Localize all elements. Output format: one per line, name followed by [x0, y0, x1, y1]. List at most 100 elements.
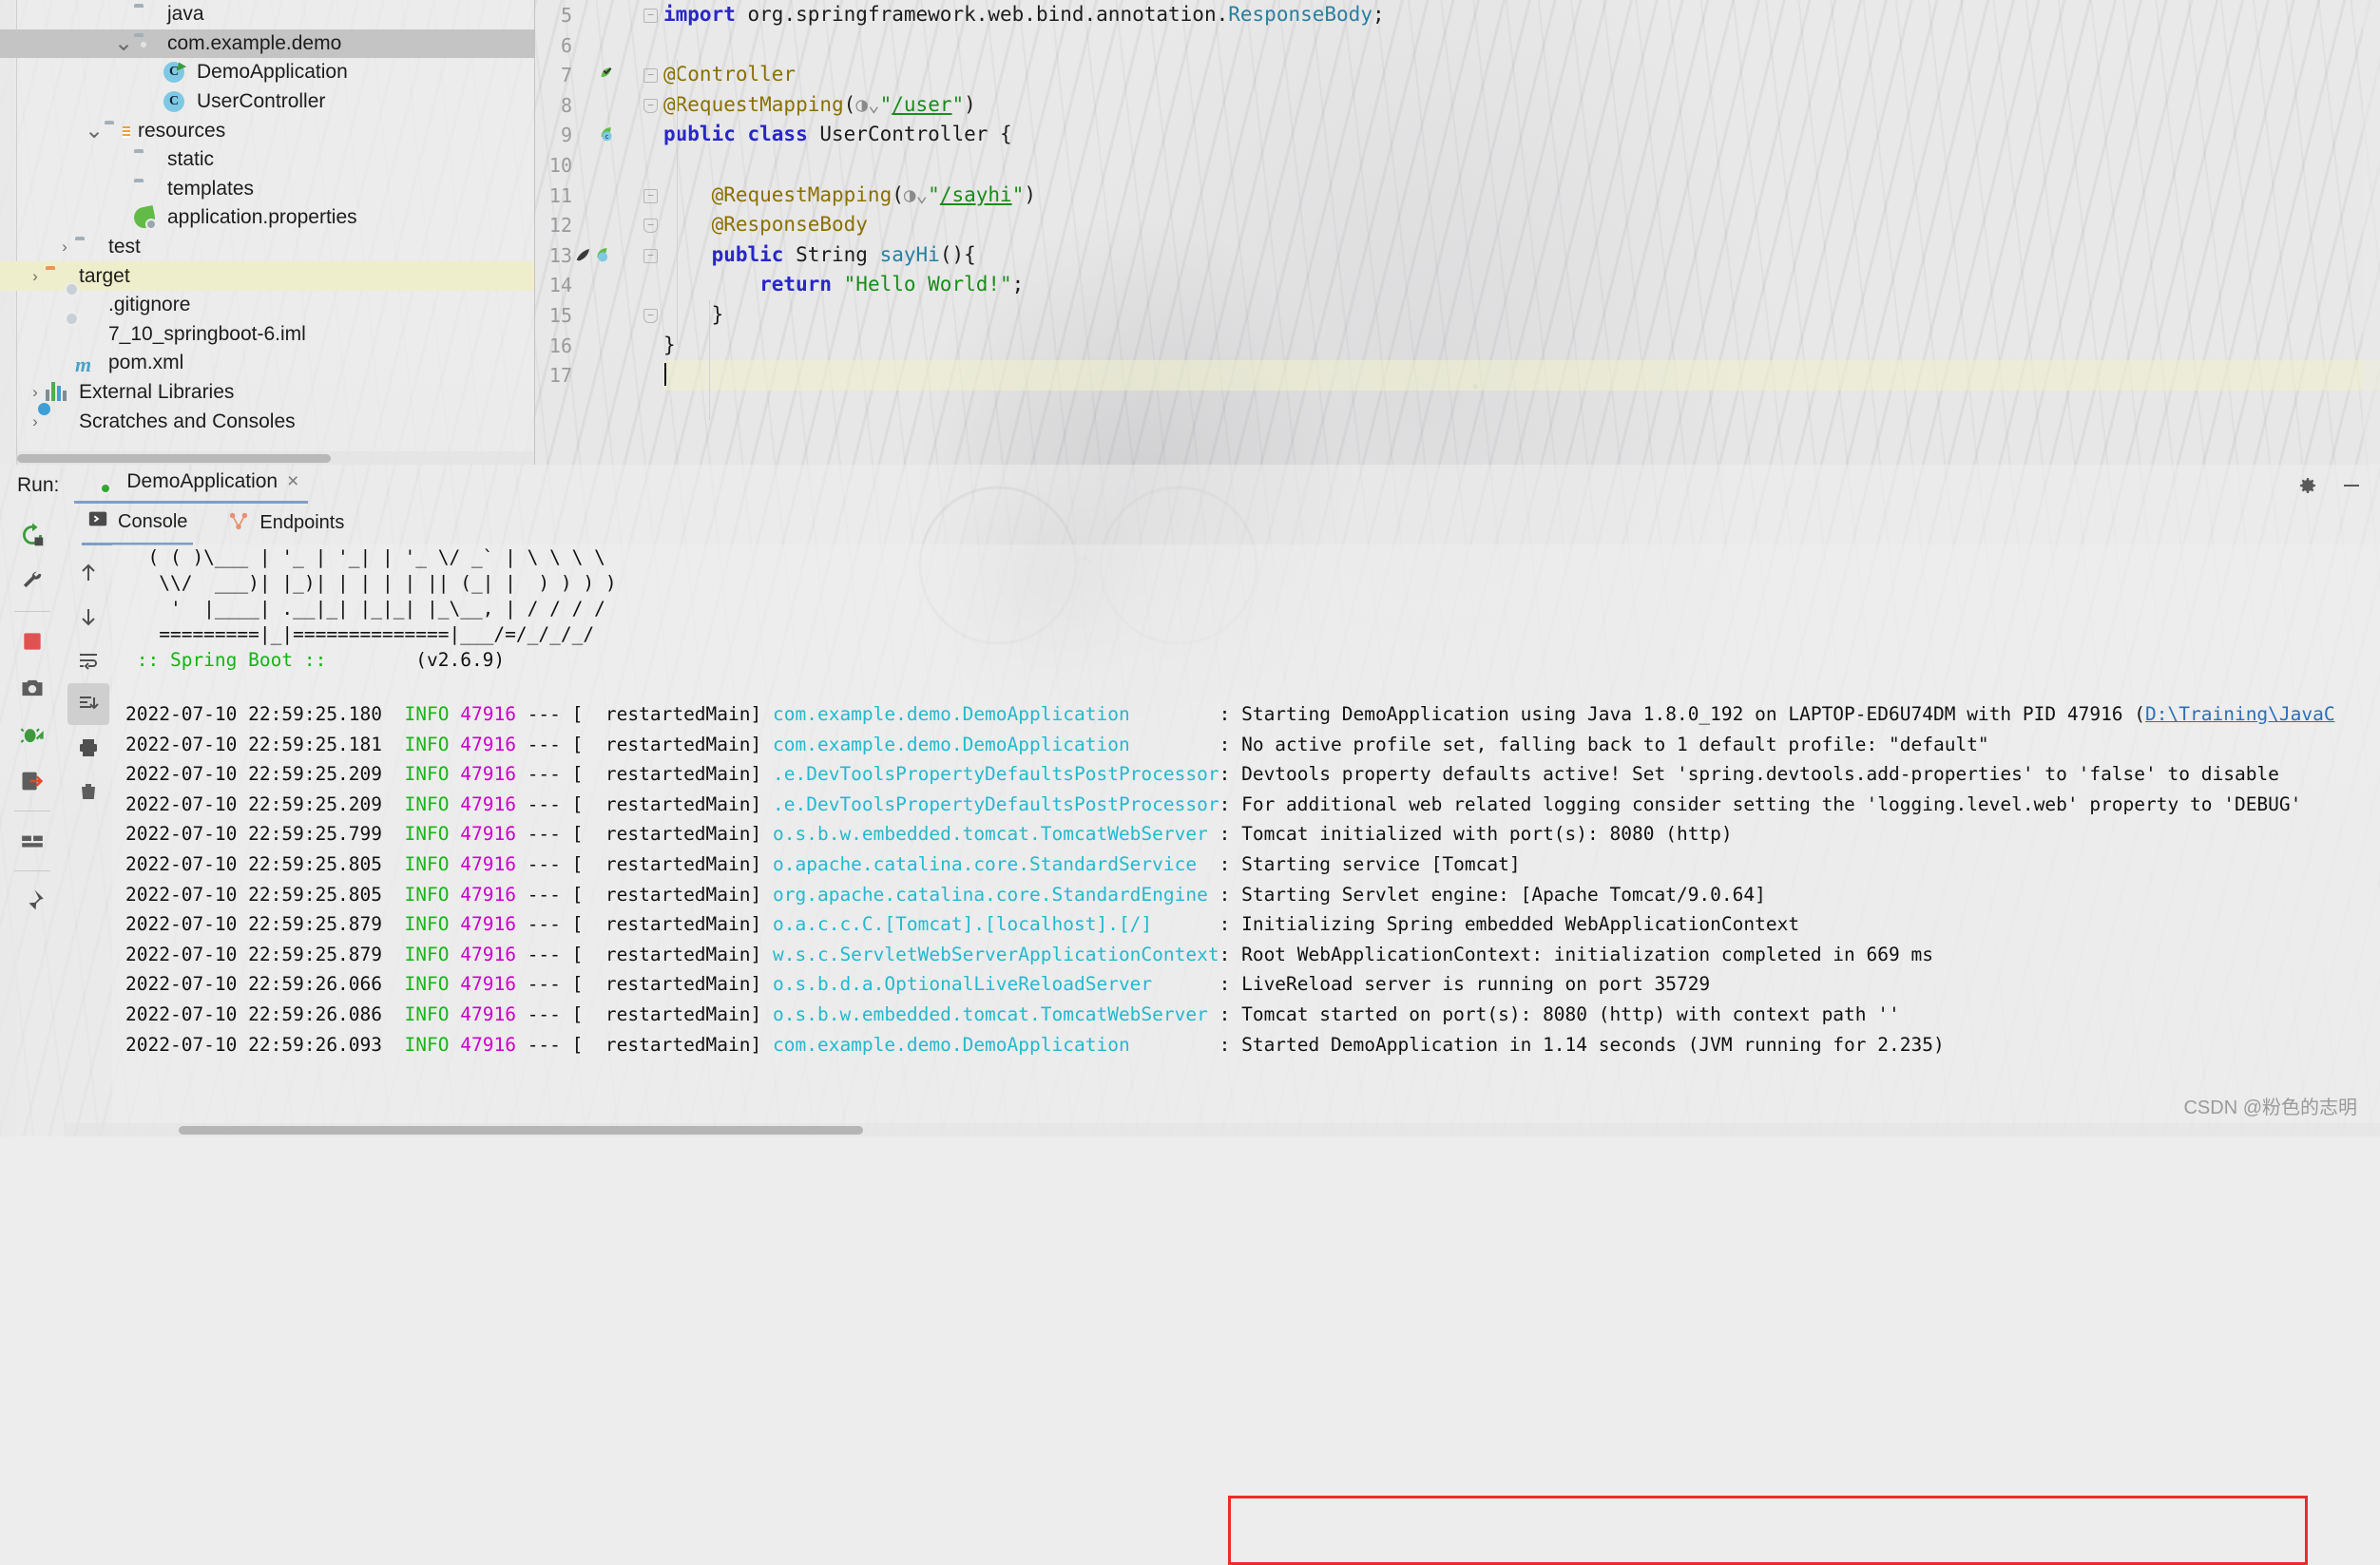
tree-item-target[interactable]: › target: [0, 261, 534, 291]
code-line-10[interactable]: [663, 150, 2380, 181]
project-horizontal-scrollbar[interactable]: [17, 451, 534, 465]
tree-item-scratches-and-consoles[interactable]: › Scratches and Consoles: [0, 407, 534, 436]
run-side-toolbar[interactable]: [0, 506, 65, 1136]
log-path-link[interactable]: D:\Training\JavaC: [2145, 703, 2335, 725]
fold-minus-icon[interactable]: −: [643, 188, 658, 203]
code-line-11[interactable]: @RequestMapping(◑⌄"/sayhi"): [663, 181, 2380, 211]
tree-item-resources[interactable]: ⌄ resources: [0, 116, 534, 145]
console-column[interactable]: Console Endpoints (()\___ | '_ | '_| |…: [65, 506, 2380, 1136]
gutter-line-5[interactable]: 5−: [535, 0, 663, 30]
gutter-line-16[interactable]: 16: [535, 331, 663, 361]
gutter-line-17[interactable]: 17: [535, 360, 663, 391]
code-line-7[interactable]: @Controller: [663, 60, 2380, 90]
tree-item-pom-xml[interactable]: m pom.xml: [0, 349, 534, 378]
tree-item-java[interactable]: java: [0, 0, 534, 29]
code-line-14[interactable]: return "Hello World!";: [663, 270, 2380, 300]
tree-item-static[interactable]: static: [0, 145, 534, 175]
fold-up-icon[interactable]: −: [643, 308, 658, 323]
soft-wrap-icon[interactable]: [67, 639, 109, 681]
close-icon[interactable]: ×: [287, 470, 298, 493]
tree-item-com-example-demo[interactable]: ⌄ com.example.demo: [0, 29, 534, 59]
fold-minus-icon[interactable]: −: [643, 68, 658, 84]
gear-icon[interactable]: [2296, 474, 2319, 503]
code-line-6[interactable]: [663, 30, 2380, 61]
print-icon[interactable]: [67, 727, 109, 769]
code-line-5[interactable]: import org.springframework.web.bind.anno…: [663, 0, 2380, 30]
url-mapping-link[interactable]: /user: [892, 93, 951, 116]
scroll-up-icon[interactable]: [67, 552, 109, 594]
tree-item--gitignore[interactable]: .gitignore: [0, 291, 534, 320]
chevron-down-icon[interactable]: ⌄: [84, 117, 105, 144]
gutter-line-10[interactable]: 10: [535, 150, 663, 181]
tab-console[interactable]: Console: [82, 505, 194, 545]
layout-icon[interactable]: [10, 819, 54, 863]
fold-up-icon[interactable]: −: [643, 219, 658, 234]
code-line-13[interactable]: public String sayHi(){: [663, 240, 2380, 271]
tree-item-external-libraries[interactable]: › External Libraries: [0, 378, 534, 408]
console-output[interactable]: ( ( )\___ | '_ | '_| | '_ \/ _` | \ \ \ …: [112, 544, 2380, 1136]
console-toolbar[interactable]: [65, 544, 112, 1136]
scrollbar-thumb[interactable]: [179, 1126, 863, 1135]
gutter-line-11[interactable]: 11 −: [535, 181, 663, 211]
code-line-8[interactable]: @RequestMapping(◑⌄"/user"): [663, 90, 2380, 121]
code-line-12[interactable]: @ResponseBody: [663, 210, 2380, 240]
web-url-icon[interactable]: ◑⌄: [855, 93, 879, 116]
chevron-right-icon[interactable]: ›: [54, 238, 75, 257]
scroll-down-icon[interactable]: [67, 596, 109, 638]
chevron-down-icon[interactable]: ⌄: [113, 29, 134, 57]
chevron-right-icon[interactable]: ›: [25, 412, 46, 431]
project-tree[interactable]: java ⌄ com.example.demo C ▶ DemoApplication C U…: [0, 0, 534, 436]
run-tab-demoapplication[interactable]: DemoApplication ×: [74, 467, 309, 504]
run-tool-window[interactable]: Run: DemoApplication × Console Endpoints…: [0, 465, 2380, 1565]
code-line-16[interactable]: }: [663, 331, 2380, 361]
code-editor[interactable]: 5−6 7−8−9 c 10 11−12−13−14 15−16 17 import org…: [535, 0, 2380, 465]
web-url-icon[interactable]: ◑⌄: [904, 183, 928, 206]
pin-icon[interactable]: [10, 879, 54, 923]
url-mapping-link[interactable]: /sayhi: [940, 183, 1012, 206]
tree-item-application-properties[interactable]: application.properties: [0, 203, 534, 233]
rerun-icon[interactable]: [10, 513, 54, 557]
minimize-icon[interactable]: [2340, 474, 2363, 503]
console-tab-bar[interactable]: Console Endpoints: [65, 505, 2380, 545]
code-line-17[interactable]: [663, 360, 2380, 391]
gutter-line-15[interactable]: 15 −: [535, 300, 663, 331]
bean-icon[interactable]: c: [595, 124, 614, 147]
code-line-15[interactable]: }: [663, 300, 2380, 331]
chevron-right-icon[interactable]: ›: [25, 267, 46, 286]
tab-endpoints[interactable]: Endpoints: [221, 506, 350, 544]
tree-item-templates[interactable]: templates: [0, 175, 534, 204]
tree-item-test[interactable]: › test: [0, 233, 534, 262]
gutter-line-9[interactable]: 9c: [535, 120, 663, 150]
gutter-line-8[interactable]: 8−: [535, 90, 663, 121]
gutter-line-6[interactable]: 6: [535, 30, 663, 61]
gutter-line-13[interactable]: 13 −: [535, 240, 663, 271]
debug-icon[interactable]: [10, 713, 54, 756]
fold-minus-icon[interactable]: −: [643, 9, 658, 23]
tree-item-demoapplication[interactable]: C ▶ DemoApplication: [0, 58, 534, 87]
console-horizontal-scrollbar[interactable]: [65, 1123, 2380, 1136]
wrench-icon[interactable]: [10, 560, 54, 603]
gutter-line-12[interactable]: 12 −: [535, 210, 663, 240]
tree-item-7-10-springboot-6-iml[interactable]: 7_10_springboot-6.iml: [0, 320, 534, 350]
code-line-9[interactable]: public class UserController {: [663, 120, 2380, 150]
fold-up-icon[interactable]: −: [643, 98, 658, 113]
fold-minus-icon[interactable]: −: [643, 248, 658, 263]
bean-check-icon[interactable]: [595, 64, 614, 87]
chevron-right-icon[interactable]: ›: [25, 383, 46, 402]
stop-icon[interactable]: [10, 620, 54, 663]
project-tool-window[interactable]: java ⌄ com.example.demo C ▶ DemoApplication C U…: [0, 0, 535, 465]
rocket-bean-icon[interactable]: [574, 244, 614, 268]
external-libraries-icon: [46, 382, 71, 403]
enter-icon[interactable]: [10, 759, 54, 803]
trash-icon[interactable]: [67, 771, 109, 812]
gutter-line-7[interactable]: 7−: [535, 60, 663, 90]
gutter-line-14[interactable]: 14: [535, 270, 663, 300]
tree-item-usercontroller[interactable]: C UserController: [0, 87, 534, 117]
scroll-to-end-icon[interactable]: [67, 683, 109, 725]
log-timestamp: 2022-07-10 22:59:25.805: [125, 883, 383, 906]
editor-gutter[interactable]: 5−6 7−8−9 c 10 11−12−13−14 15−16 17: [535, 0, 663, 465]
editor-code-area[interactable]: import org.springframework.web.bind.anno…: [663, 0, 2380, 391]
camera-icon[interactable]: [10, 666, 54, 710]
log-logger: o.a.c.c.C.[Tomcat].[localhost].[/]: [773, 913, 1219, 936]
scrollbar-thumb[interactable]: [17, 454, 331, 463]
